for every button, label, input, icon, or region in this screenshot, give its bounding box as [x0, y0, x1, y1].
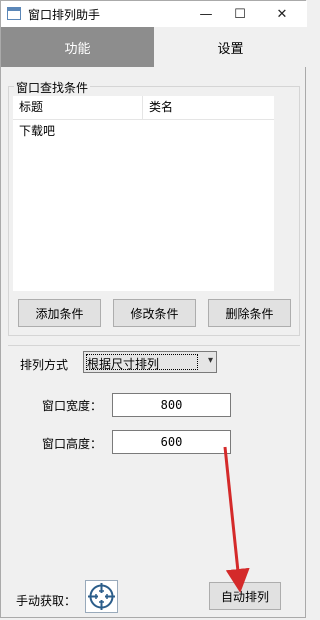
- arrange-mode-value: 根据尺寸排列: [87, 357, 160, 371]
- crosshair-icon[interactable]: [85, 580, 118, 613]
- maximize-button[interactable]: ☐: [223, 1, 257, 27]
- find-conditions-title: 窗口查找条件: [14, 79, 91, 96]
- window-width-input[interactable]: 800: [112, 393, 231, 417]
- tab-settings[interactable]: 设置: [154, 27, 307, 67]
- list-item-title: 下载吧: [19, 124, 56, 138]
- minimize-button[interactable]: —: [189, 1, 223, 27]
- tab-bar: 功能 设置: [1, 27, 307, 67]
- title-bar: 窗口排列助手 — ☐ ✕: [1, 1, 307, 27]
- auto-arrange-button[interactable]: 自动排列: [209, 582, 281, 610]
- list-header: 标题 类名: [13, 96, 274, 120]
- window-title: 窗口排列助手: [28, 8, 101, 22]
- close-button[interactable]: ✕: [265, 1, 299, 27]
- edit-condition-button[interactable]: 修改条件: [113, 299, 196, 327]
- window-height-input[interactable]: 600: [112, 430, 231, 454]
- chevron-down-icon: ▾: [207, 355, 213, 366]
- arrange-divider: [8, 345, 300, 346]
- column-title-header[interactable]: 标题: [13, 96, 143, 119]
- column-class-header[interactable]: 类名: [143, 96, 274, 119]
- list-item[interactable]: 下载吧: [13, 121, 274, 141]
- window-height-label: 窗口高度：: [42, 437, 103, 451]
- conditions-list[interactable]: 标题 类名 下载吧: [13, 96, 274, 291]
- add-condition-button[interactable]: 添加条件: [18, 299, 101, 327]
- arrange-mode-select[interactable]: 根据尺寸排列 ▾: [83, 351, 217, 373]
- arrange-mode-label: 排列方式: [20, 358, 69, 372]
- delete-condition-button[interactable]: 删除条件: [208, 299, 291, 327]
- window-width-label: 窗口宽度：: [42, 399, 103, 413]
- app-window: 窗口排列助手 — ☐ ✕ 功能 设置 窗口查找条件 标题 类名 下载吧 添加条件…: [0, 0, 307, 618]
- tab-function[interactable]: 功能: [1, 27, 154, 67]
- manual-grab-label: 手动获取：: [16, 594, 77, 608]
- app-icon: [7, 7, 21, 20]
